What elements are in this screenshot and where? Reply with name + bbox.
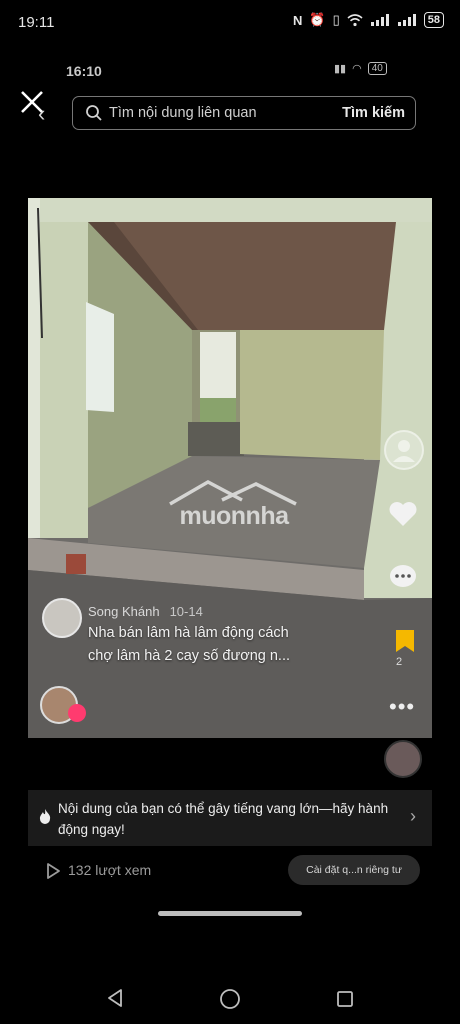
wifi-icon — [347, 13, 363, 26]
nav-home-icon[interactable] — [219, 988, 241, 1010]
play-icon — [47, 863, 60, 879]
search-button[interactable]: Tìm kiếm — [342, 105, 405, 121]
search-bar[interactable]: Tìm nội dung liên quan Tìm kiếm — [72, 96, 416, 130]
back-chevron-icon[interactable]: ‹ — [38, 101, 45, 127]
status-icons: N ⏰ ▯ 58 — [293, 12, 444, 28]
more-options-icon[interactable]: ••• — [389, 694, 415, 720]
notice-text: Nội dung của bạn có thể gây tiếng vang l… — [58, 801, 389, 837]
alarm-icon: ⏰ — [309, 12, 326, 27]
bookmark-count: 2 — [396, 656, 403, 668]
heart-icon[interactable] — [388, 500, 418, 528]
battery-indicator: 58 — [423, 12, 444, 28]
privacy-settings-button[interactable]: Cài đặt q...n riêng tư — [288, 855, 420, 885]
caption-line-2: chợ lâm hà 2 cay số đương n... — [88, 648, 291, 664]
signal-icon — [370, 14, 389, 26]
flame-icon — [39, 809, 51, 824]
view-count: 132 lượt xem — [68, 862, 152, 878]
inner-wifi-icon: ◠ — [352, 63, 362, 75]
search-input[interactable]: Tìm nội dung liên quan — [109, 105, 342, 121]
profile-avatar-button[interactable] — [384, 430, 424, 470]
comment-icon[interactable] — [388, 563, 418, 591]
inner-status-time: 16:10 — [66, 63, 102, 79]
caption-meta: Song Khánh 10-14 — [88, 604, 203, 619]
vibrate-icon: ▯ — [332, 12, 340, 27]
nav-recent-apps-icon[interactable] — [336, 990, 354, 1008]
chevron-right-icon[interactable]: › — [410, 806, 416, 827]
inner-status-icons: ▮▮ ◠ 40 — [334, 62, 387, 75]
signal-icon-2 — [397, 14, 416, 26]
inner-signal-icon: ▮▮ — [334, 63, 347, 75]
search-icon — [86, 105, 102, 121]
heart-badge-icon — [68, 704, 86, 722]
music-disc-icon[interactable] — [384, 740, 422, 778]
caption-text: Nha bán lâm hà lâm động cách chợ lâm hà … — [88, 622, 348, 668]
nfc-icon: N — [293, 12, 303, 28]
watermark-logo: muonnha — [164, 478, 304, 536]
caption-username[interactable]: Song Khánh — [88, 604, 160, 619]
status-bar: 19:11 N ⏰ ▯ 58 — [0, 0, 460, 46]
status-time: 19:11 — [18, 14, 55, 31]
inner-battery-indicator: 40 — [367, 62, 387, 75]
watermark-text: muonnha — [179, 502, 290, 530]
user-icon — [393, 440, 415, 462]
nav-back-icon[interactable] — [106, 988, 124, 1008]
bookmark-icon[interactable] — [394, 628, 416, 654]
home-indicator — [158, 911, 302, 916]
caption-date: 10-14 — [169, 604, 203, 619]
caption-avatar[interactable] — [42, 598, 82, 638]
caption-line-1: Nha bán lâm hà lâm động cách — [88, 625, 289, 641]
